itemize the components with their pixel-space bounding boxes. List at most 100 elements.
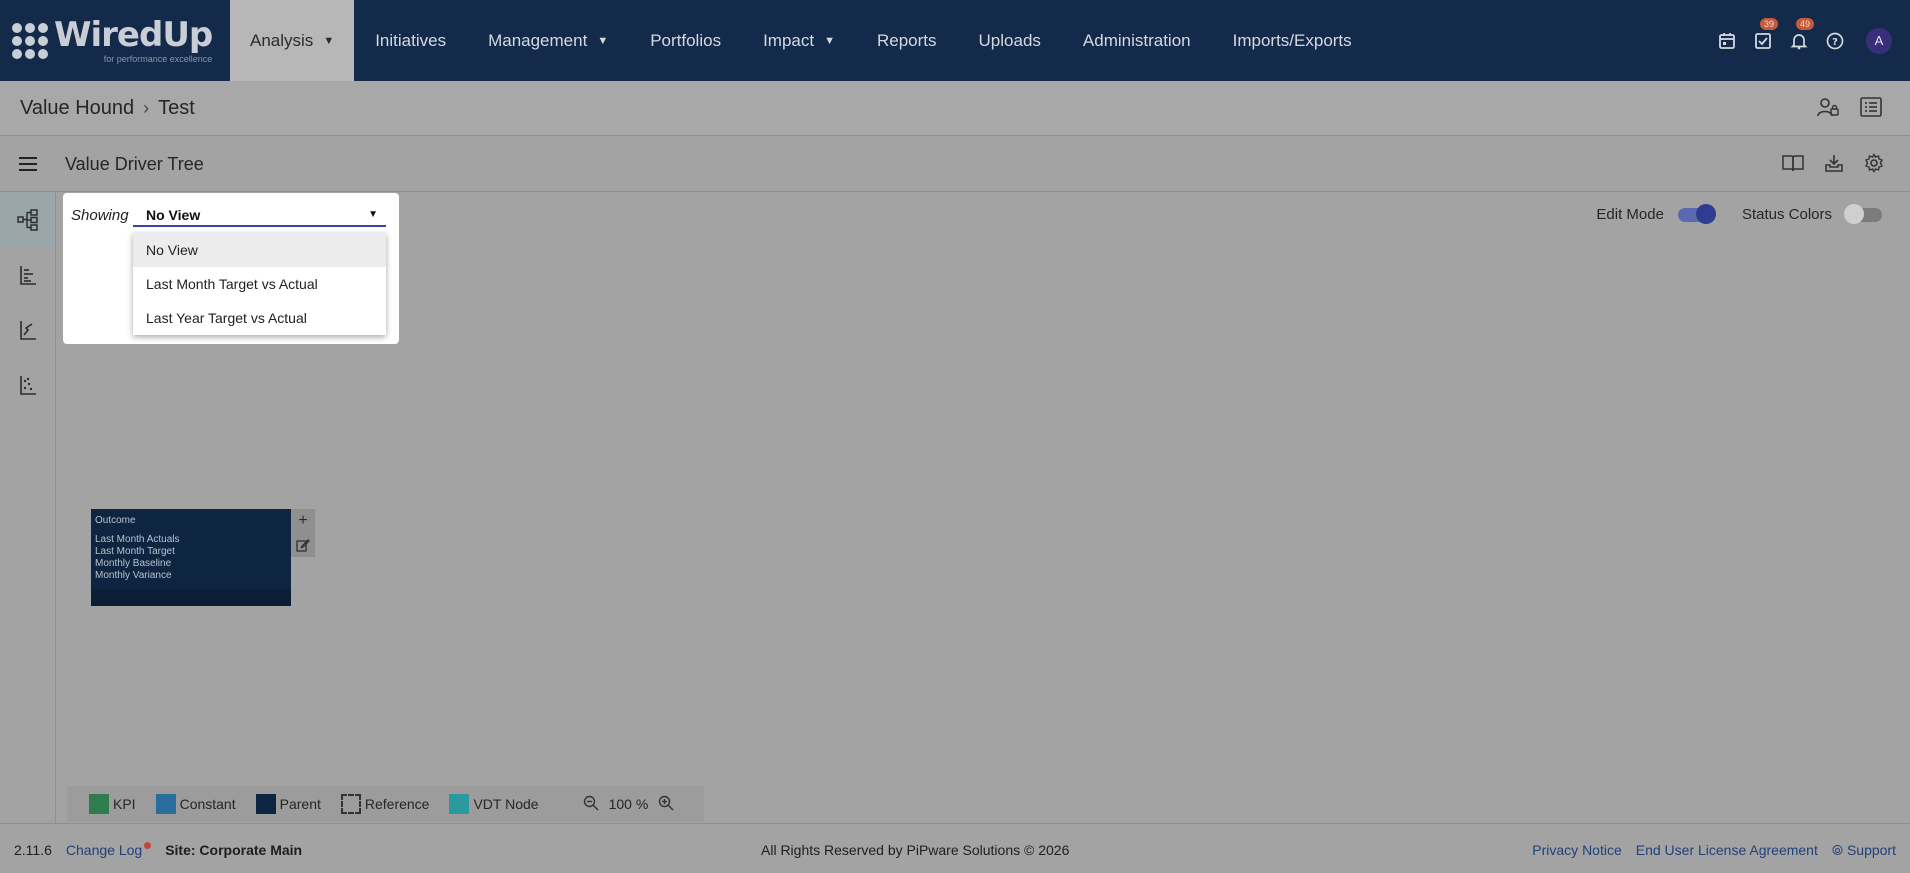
dropdown-arrow-icon: ▼: [368, 209, 378, 220]
scatter-chart-icon[interactable]: [0, 357, 55, 412]
node-line: Last Month Target: [95, 546, 175, 557]
showing-label: Showing: [71, 207, 129, 224]
eula-link[interactable]: End User License Agreement: [1636, 842, 1818, 859]
breadcrumb-current: Test: [158, 96, 195, 119]
trend-chart-icon[interactable]: [0, 302, 55, 357]
nav-label: Initiatives: [375, 30, 447, 50]
node-line: Monthly Baseline: [95, 558, 172, 569]
task-check-icon[interactable]: 39: [1752, 17, 1779, 52]
status-colors-toggle[interactable]: [1844, 203, 1882, 224]
nav-label: Portfolios: [650, 30, 722, 50]
tree-view-icon[interactable]: [0, 192, 55, 247]
svg-text:?: ?: [1832, 37, 1838, 48]
zoom-level: 100 %: [608, 796, 649, 812]
nav-item-initiatives[interactable]: Initiatives: [354, 0, 467, 81]
page-header: Value Driver Tree: [0, 137, 1910, 192]
logo-dots-icon: [12, 22, 48, 59]
chevron-right-icon: ›: [143, 97, 150, 118]
edit-mode-toggle[interactable]: [1677, 203, 1716, 224]
vdt-node-swatch: [449, 794, 470, 814]
zoom-controls: 100 %: [583, 795, 675, 814]
footer-links: Privacy Notice End User License Agreemen…: [1532, 842, 1896, 859]
add-icon[interactable]: +: [291, 509, 315, 533]
legend-item-vdt-node: VDT Node: [449, 794, 539, 814]
legend-label: Constant: [179, 796, 236, 812]
zoom-out-icon[interactable]: [583, 795, 599, 814]
list-view-icon[interactable]: [1860, 97, 1882, 125]
legend-item-constant: Constant: [155, 794, 236, 814]
support-icon: ⦾: [1831, 842, 1844, 858]
nav-item-imports-exports[interactable]: Imports/Exports: [1212, 0, 1373, 81]
footer-left: 2.11.6 Change Log Site: Corporate Main: [14, 842, 302, 858]
changelog-link[interactable]: Change Log: [66, 842, 142, 858]
status-colors-label: Status Colors: [1741, 206, 1832, 223]
nav-item-portfolios[interactable]: Portfolios: [629, 0, 742, 81]
kpi-swatch: [89, 794, 109, 814]
privacy-link[interactable]: Privacy Notice: [1532, 842, 1621, 859]
notifications-badge: 49: [1796, 17, 1815, 30]
tree-node-outcome[interactable]: Outcome Last Month Actuals Last Month Ta…: [91, 509, 291, 606]
tasks-badge: 39: [1760, 17, 1779, 30]
legend-label: Reference: [364, 796, 430, 812]
avatar[interactable]: A: [1866, 27, 1892, 54]
breadcrumb-actions: [1816, 97, 1882, 125]
view-select[interactable]: No View ▼: [133, 201, 386, 227]
support-label: Support: [1846, 842, 1896, 858]
breadcrumb-parent[interactable]: Value Hound: [20, 97, 134, 120]
mode-toggles: Edit Mode Status Colors: [1596, 203, 1882, 224]
site-name: Site: Corporate Main: [165, 842, 303, 858]
brand-tagline: for performance excellence: [103, 53, 213, 64]
nav-item-reports[interactable]: Reports: [856, 0, 958, 81]
nav-item-management[interactable]: Management ▼: [467, 0, 629, 81]
view-option[interactable]: Last Month Target vs Actual: [133, 267, 386, 301]
nav-item-uploads[interactable]: Uploads: [958, 0, 1062, 81]
nav-label: Analysis: [250, 30, 314, 50]
bell-icon[interactable]: 49: [1788, 17, 1815, 52]
legend-bar: KPI Constant Parent Reference VDT Node 1…: [67, 786, 704, 822]
edit-mode-label: Edit Mode: [1596, 206, 1664, 223]
version: 2.11.6: [14, 842, 52, 858]
node-tools: +: [291, 509, 315, 557]
nav-item-administration[interactable]: Administration: [1062, 0, 1212, 81]
book-icon[interactable]: [1782, 153, 1804, 178]
help-icon[interactable]: ?: [1824, 30, 1846, 52]
parent-swatch: [255, 794, 276, 814]
view-option[interactable]: No View: [133, 233, 386, 267]
reference-swatch: [340, 794, 361, 814]
copyright: All Rights Reserved by PiPware Solutions…: [761, 842, 1070, 858]
user-lock-icon[interactable]: [1816, 97, 1840, 125]
zoom-in-icon[interactable]: [658, 795, 674, 814]
legend-label: KPI: [113, 796, 136, 812]
nav-label: Uploads: [978, 30, 1041, 50]
calendar-icon[interactable]: [1716, 30, 1738, 52]
nav-item-impact[interactable]: Impact ▼: [742, 0, 856, 81]
node-line: Last Month Actuals: [95, 534, 180, 545]
page-title: Value Driver Tree: [65, 153, 204, 174]
caret-down-icon: ▼: [597, 34, 609, 47]
legend-label: Parent: [279, 796, 321, 812]
caret-down-icon: ▼: [323, 34, 335, 47]
nav-label: Reports: [877, 30, 937, 50]
gear-icon[interactable]: [1864, 153, 1884, 178]
brand-name: WiredUp: [54, 14, 213, 55]
legend-item-parent: Parent: [255, 794, 321, 814]
nav-label: Management: [488, 30, 588, 50]
nav-label: Impact: [763, 30, 815, 50]
legend-item-reference: Reference: [340, 794, 430, 814]
support-link[interactable]: ⦾ Support: [1832, 842, 1896, 859]
left-toolbar: [0, 192, 56, 823]
download-icon[interactable]: [1824, 153, 1844, 178]
nav-item-analysis[interactable]: Analysis ▼: [230, 0, 355, 81]
bar-chart-icon[interactable]: [0, 247, 55, 302]
constant-swatch: [155, 794, 176, 814]
view-option[interactable]: Last Year Target vs Actual: [133, 301, 386, 335]
legend-item-kpi: KPI: [89, 794, 136, 814]
edit-icon[interactable]: [291, 533, 315, 557]
node-footer: [91, 589, 291, 606]
main-nav: Analysis ▼ Initiatives Management ▼ Portfo…: [230, 0, 1373, 81]
footer: 2.11.6 Change Log Site: Corporate Main A…: [0, 823, 1910, 873]
view-selector-panel: Showing No View ▼ No View Last Month Tar…: [63, 193, 399, 344]
node-title: Outcome: [95, 515, 136, 526]
hamburger-menu-icon[interactable]: [0, 156, 55, 172]
brand-logo[interactable]: WiredUp for performance excellence: [0, 0, 230, 81]
